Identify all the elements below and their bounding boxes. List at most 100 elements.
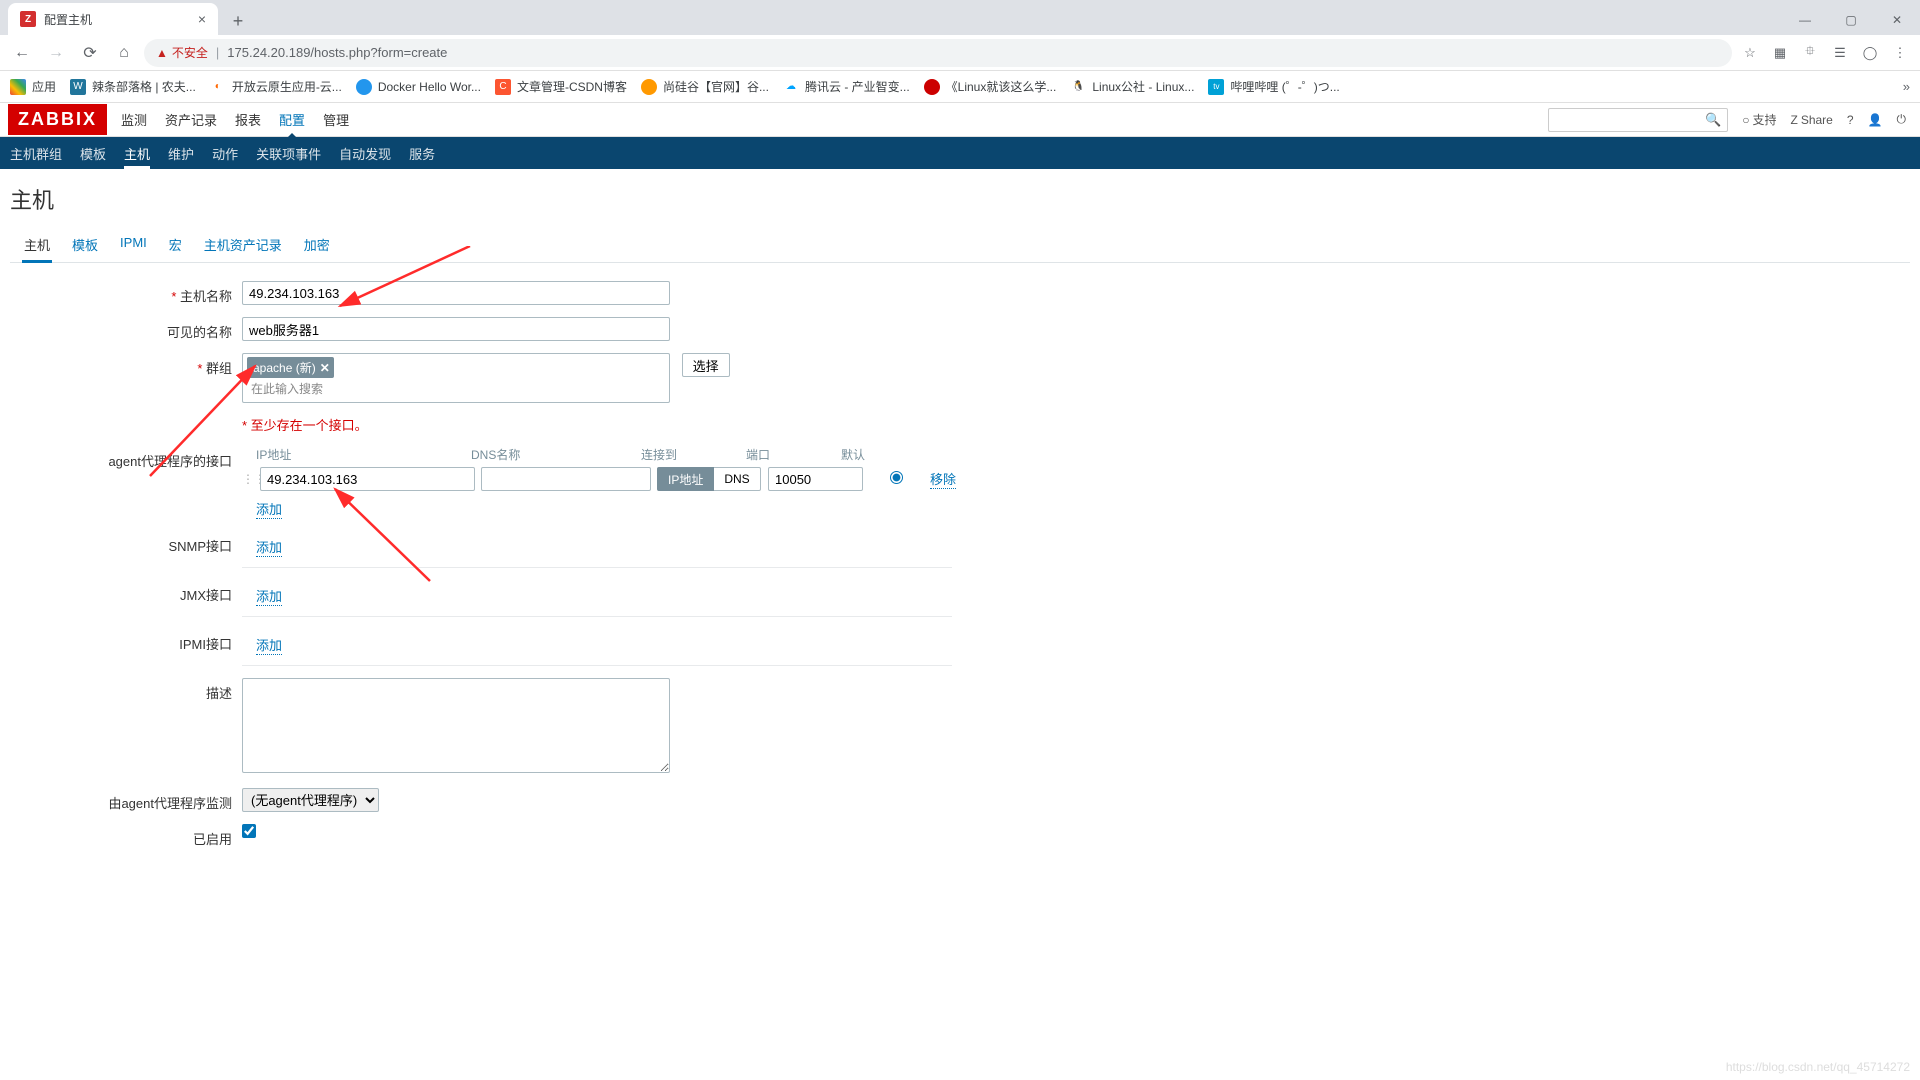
group-tag: apache (新) ✕ <box>247 357 334 378</box>
tab-macros[interactable]: 宏 <box>167 229 184 262</box>
close-window-icon[interactable]: ✕ <box>1874 5 1920 35</box>
jmx-label: JMX接口 <box>10 580 242 604</box>
star-icon[interactable]: ☆ <box>1738 41 1762 65</box>
url-text: 175.24.20.189/hosts.php?form=create <box>227 45 447 60</box>
puzzle-icon[interactable]: ⯐ <box>1798 41 1822 65</box>
subnav-hosts[interactable]: 主机 <box>124 138 150 169</box>
bookmark-item[interactable]: 《Linux就该这么学... <box>924 78 1057 95</box>
tab-ipmi[interactable]: IPMI <box>118 229 149 262</box>
browser-tab[interactable]: Z 配置主机 × <box>8 3 218 35</box>
description-label: 描述 <box>10 678 242 702</box>
reading-list-icon[interactable]: ☰ <box>1828 41 1852 65</box>
proxy-select[interactable]: (无agent代理程序) <box>242 788 379 812</box>
visible-name-label: 可见的名称 <box>10 317 242 341</box>
port-input[interactable] <box>768 467 863 491</box>
insecure-icon: ▲ 不安全 <box>156 44 208 61</box>
bookmark-item[interactable]: Docker Hello Wor... <box>356 79 481 95</box>
form-tabs: 主机 模板 IPMI 宏 主机资产记录 加密 <box>10 229 1910 263</box>
header-port: 端口 <box>746 446 841 463</box>
search-input[interactable]: 🔍 <box>1548 108 1728 132</box>
extension-icon[interactable]: ▦ <box>1768 41 1792 65</box>
subnav-discovery[interactable]: 自动发现 <box>339 138 391 169</box>
bookmarks-overflow[interactable]: » <box>1903 79 1910 94</box>
subnav-hostgroups[interactable]: 主机群组 <box>10 138 62 169</box>
menu-configuration[interactable]: 配置 <box>279 102 305 137</box>
bookmark-item[interactable]: 🐧Linux公社 - Linux... <box>1070 78 1194 95</box>
zabbix-header: ZABBIX 监测 资产记录 报表 配置 管理 🔍 ○ 支持 Z Share ?… <box>0 103 1920 137</box>
bookmark-item[interactable]: 尚硅谷【官网】谷... <box>641 78 769 95</box>
profile-icon[interactable]: ◯ <box>1858 41 1882 65</box>
support-link[interactable]: ○ 支持 <box>1742 111 1776 128</box>
remove-tag-icon[interactable]: ✕ <box>320 361 330 375</box>
window-controls: — ▢ ✕ <box>1782 5 1920 35</box>
tencent-icon: ☁ <box>783 79 799 95</box>
user-icon[interactable]: 👤 <box>1868 113 1883 127</box>
csdn-icon: C <box>495 79 511 95</box>
add-jmx-link[interactable]: 添加 <box>256 586 282 606</box>
tab-encryption[interactable]: 加密 <box>302 229 332 262</box>
bookmark-item[interactable]: ☁腾讯云 - 产业智变... <box>783 78 910 95</box>
tab-title: 配置主机 <box>44 11 198 28</box>
menu-reports[interactable]: 报表 <box>235 102 261 137</box>
groups-label: 群组 <box>10 353 242 377</box>
help-icon[interactable]: ? <box>1847 113 1854 127</box>
page-title: 主机 <box>10 183 1910 215</box>
tab-host[interactable]: 主机 <box>22 229 52 263</box>
atguigu-icon <box>641 79 657 95</box>
menu-icon[interactable]: ⋮ <box>1888 41 1912 65</box>
maximize-icon[interactable]: ▢ <box>1828 5 1874 35</box>
bookmark-item[interactable]: C文章管理-CSDN博客 <box>495 78 627 95</box>
linux-book-icon <box>924 79 940 95</box>
add-ipmi-link[interactable]: 添加 <box>256 635 282 655</box>
omnibox[interactable]: ▲ 不安全 | 175.24.20.189/hosts.php?form=cre… <box>144 39 1732 67</box>
proxy-label: 由agent代理程序监测 <box>10 788 242 812</box>
bookmark-item[interactable]: W辣条部落格 | 农夫... <box>70 78 196 95</box>
bookmark-item[interactable]: tv哔哩哔哩 (゜-゜)つ... <box>1208 78 1339 95</box>
header-default: 默认 <box>841 446 896 463</box>
home-button[interactable]: ⌂ <box>110 39 138 67</box>
menu-monitoring[interactable]: 监测 <box>121 102 147 137</box>
subnav-services[interactable]: 服务 <box>409 138 435 169</box>
select-groups-button[interactable]: 选择 <box>682 353 730 377</box>
ip-input[interactable] <box>260 467 475 491</box>
zabbix-logo[interactable]: ZABBIX <box>8 104 107 135</box>
subnav-actions[interactable]: 动作 <box>212 138 238 169</box>
visible-name-input[interactable] <box>242 317 670 341</box>
minimize-icon[interactable]: — <box>1782 5 1828 35</box>
default-radio[interactable] <box>890 471 903 484</box>
connect-dns-button[interactable]: DNS <box>714 467 760 491</box>
header-conn: 连接到 <box>641 446 746 463</box>
drag-handle-icon[interactable]: ⋮⋮ <box>242 472 254 486</box>
enabled-checkbox[interactable] <box>242 824 256 838</box>
description-textarea[interactable] <box>242 678 670 773</box>
menu-inventory[interactable]: 资产记录 <box>165 102 217 137</box>
bookmark-item[interactable]: ◐开放云原生应用-云... <box>210 78 342 95</box>
interface-hint: * 至少存在一个接口。 <box>242 418 368 433</box>
add-agent-link[interactable]: 添加 <box>256 499 282 519</box>
new-tab-button[interactable]: + <box>224 7 252 35</box>
share-link[interactable]: Z Share <box>1790 113 1832 127</box>
forward-button[interactable]: → <box>42 39 70 67</box>
host-name-input[interactable] <box>242 281 670 305</box>
dns-input[interactable] <box>481 467 651 491</box>
subnav-maintenance[interactable]: 维护 <box>168 138 194 169</box>
tab-templates[interactable]: 模板 <box>70 229 100 262</box>
cloud-icon: ◐ <box>210 79 226 95</box>
reload-button[interactable]: ⟳ <box>76 39 104 67</box>
menu-administration[interactable]: 管理 <box>323 102 349 137</box>
connect-ip-button[interactable]: IP地址 <box>657 467 714 491</box>
add-snmp-link[interactable]: 添加 <box>256 537 282 557</box>
bilibili-icon: tv <box>1208 79 1224 95</box>
remove-interface-link[interactable]: 移除 <box>930 469 956 489</box>
back-button[interactable]: ← <box>8 39 36 67</box>
groups-multiselect[interactable]: apache (新) ✕ 在此输入搜索 <box>242 353 670 403</box>
ipmi-label: IPMI接口 <box>10 629 242 653</box>
host-name-label: 主机名称 <box>10 281 242 305</box>
agent-interface-label: agent代理程序的接口 <box>10 446 242 470</box>
tab-inventory[interactable]: 主机资产记录 <box>202 229 284 262</box>
subnav-templates[interactable]: 模板 <box>80 138 106 169</box>
logout-icon[interactable]: ⏻ <box>1897 112 1907 127</box>
close-icon[interactable]: × <box>198 11 206 27</box>
apps-button[interactable]: 应用 <box>10 78 56 95</box>
subnav-correlation[interactable]: 关联项事件 <box>256 138 321 169</box>
